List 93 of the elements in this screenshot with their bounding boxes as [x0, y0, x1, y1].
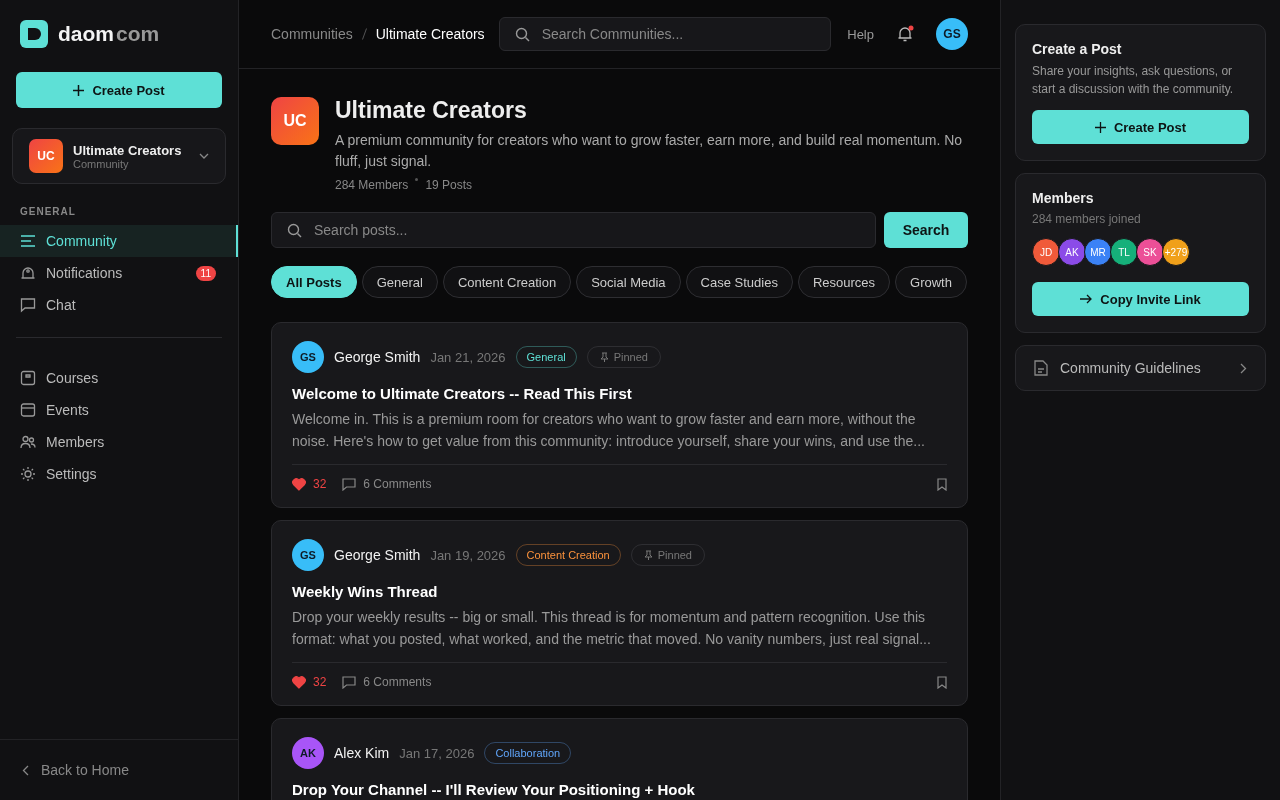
breadcrumb[interactable]: Communities: [271, 26, 353, 42]
filter-chip[interactable]: All Posts: [271, 266, 357, 298]
comments-button[interactable]: 6 Comments: [342, 675, 432, 689]
bookmark-icon[interactable]: [937, 675, 947, 689]
post-title[interactable]: Drop Your Channel -- I'll Review Your Positioning + Hook: [292, 781, 947, 798]
member-avatar[interactable]: MR: [1084, 238, 1112, 266]
author-avatar: GS: [292, 341, 324, 373]
filter-chip[interactable]: Resources: [797, 266, 891, 298]
gear-icon: [20, 466, 36, 482]
post-title[interactable]: Welcome to Ultimate Creators -- Read This First: [292, 385, 947, 402]
calendar-icon: [20, 402, 36, 418]
filter-chip[interactable]: Social Media: [576, 266, 681, 298]
nav-item[interactable]: Courses: [0, 362, 238, 394]
nav-item[interactable]: Notifications 11: [0, 257, 238, 289]
chevron-down-icon: [199, 153, 209, 159]
nav-item[interactable]: Community: [0, 225, 238, 257]
create-post-button[interactable]: Create Post: [16, 72, 222, 108]
nav-item[interactable]: Settings: [0, 458, 238, 490]
heart-icon: [292, 675, 306, 689]
member-count: 284 Members: [335, 178, 409, 192]
people-icon: [20, 434, 36, 450]
community-avatar: UC: [271, 97, 319, 145]
section-label: GENERAL: [19, 206, 77, 217]
plus-icon: [1094, 121, 1106, 133]
breadcrumb: Ultimate Creators: [375, 26, 485, 42]
chevron-right-icon: [1240, 362, 1247, 374]
community-switcher[interactable]: UC Ultimate Creators Community: [12, 128, 226, 184]
like-button[interactable]: 32: [292, 477, 327, 491]
comment-icon: [342, 477, 357, 491]
post-date: Jan 19, 2026: [430, 547, 506, 563]
post-card[interactable]: [271, 520, 968, 706]
list-icon: [20, 233, 36, 249]
nav-item[interactable]: Members: [0, 426, 238, 458]
post-card[interactable]: [271, 322, 968, 508]
post-search-field[interactable]: Search posts...: [271, 212, 876, 248]
author-name: George Smith: [334, 349, 421, 365]
community-avatar: UC: [29, 139, 63, 173]
comment-icon: [342, 675, 357, 689]
slash-separator-icon: [361, 28, 367, 40]
nav-item[interactable]: Chat: [0, 289, 238, 321]
search-button[interactable]: Search: [884, 212, 968, 248]
brand-name: daomcom: [58, 22, 160, 46]
notification-badge: 11: [195, 265, 216, 281]
help-link[interactable]: Help: [847, 26, 874, 42]
dot-separator-icon: [415, 178, 419, 181]
like-button[interactable]: 32: [292, 675, 327, 689]
community-type: Community: [73, 157, 130, 170]
document-icon: [1034, 360, 1048, 376]
search-field[interactable]: Search Communities...: [498, 17, 832, 51]
arrow-right-icon: [1080, 294, 1093, 304]
post-card[interactable]: AK Alex Kim Jan 17, 2026 Collaboration Drop Your Channel -- I'll Review Your Positioning + Hook: [271, 718, 968, 800]
post-excerpt: Welcome in. This is a premium room for creators who want to grow faster and earn more, without the noise. Here's how to get value from this community: introduce yourself, share your wins, and use the...: [292, 410, 926, 451]
filter-chip[interactable]: Content Creation: [442, 266, 572, 298]
author-name: George Smith: [334, 547, 421, 563]
members-count: 284 members joined: [1032, 212, 1142, 226]
search-icon: [514, 27, 530, 42]
post-count: 19 Posts: [425, 178, 473, 192]
member-avatar[interactable]: AK: [1058, 238, 1086, 266]
chat-icon: [20, 297, 36, 313]
pin-icon: [599, 352, 609, 362]
heart-icon: [292, 477, 306, 491]
comments-button[interactable]: 6 Comments: [342, 477, 432, 491]
book-icon: [20, 370, 36, 386]
card-title: Create a Post: [1032, 41, 1123, 57]
create-post-button[interactable]: Create Post: [1032, 110, 1249, 144]
author-name: Alex Kim: [334, 745, 390, 761]
back-link[interactable]: Back to Home: [0, 739, 238, 800]
user-avatar[interactable]: GS: [936, 18, 968, 50]
logo-icon: [20, 20, 48, 48]
community-title: Ultimate Creators: [335, 97, 528, 124]
pin-icon: [643, 550, 653, 560]
community-description: A premium community for creators who want to grow faster, earn more, and build real momentum. No fluff, just signal.: [335, 131, 964, 171]
post-date: Jan 17, 2026: [399, 745, 475, 761]
guidelines-link[interactable]: Community Guidelines: [1015, 345, 1266, 391]
filter-chip[interactable]: Growth: [895, 266, 967, 298]
author-avatar: GS: [292, 539, 324, 571]
plus-icon: [73, 84, 85, 96]
filter-chip[interactable]: General: [361, 266, 438, 298]
bookmark-icon[interactable]: [937, 477, 947, 491]
community-name: Ultimate Creators: [73, 142, 183, 158]
bell-icon[interactable]: [896, 25, 914, 43]
chevron-left-icon: [22, 764, 29, 776]
search-icon: [287, 223, 302, 238]
post-title[interactable]: Weekly Wins Thread: [292, 583, 947, 600]
filter-chip[interactable]: Case Studies: [685, 266, 793, 298]
card-text: Share your insights, ask questions, or start a discussion with the community.: [1032, 63, 1235, 98]
nav-item[interactable]: Events: [0, 394, 238, 426]
post-excerpt: Drop your weekly results -- big or small. This thread is for momentum and pattern recognition. Use this format: what you posted, what worked, and the metric that moved. No vanity numbers, just real signal...: [292, 608, 932, 649]
post-date: Jan 21, 2026: [430, 349, 506, 365]
copy-invite-button[interactable]: Copy Invite Link: [1032, 282, 1249, 316]
bell-icon: [20, 265, 36, 281]
card-title: Members: [1032, 190, 1095, 206]
author-avatar: AK: [292, 737, 324, 769]
